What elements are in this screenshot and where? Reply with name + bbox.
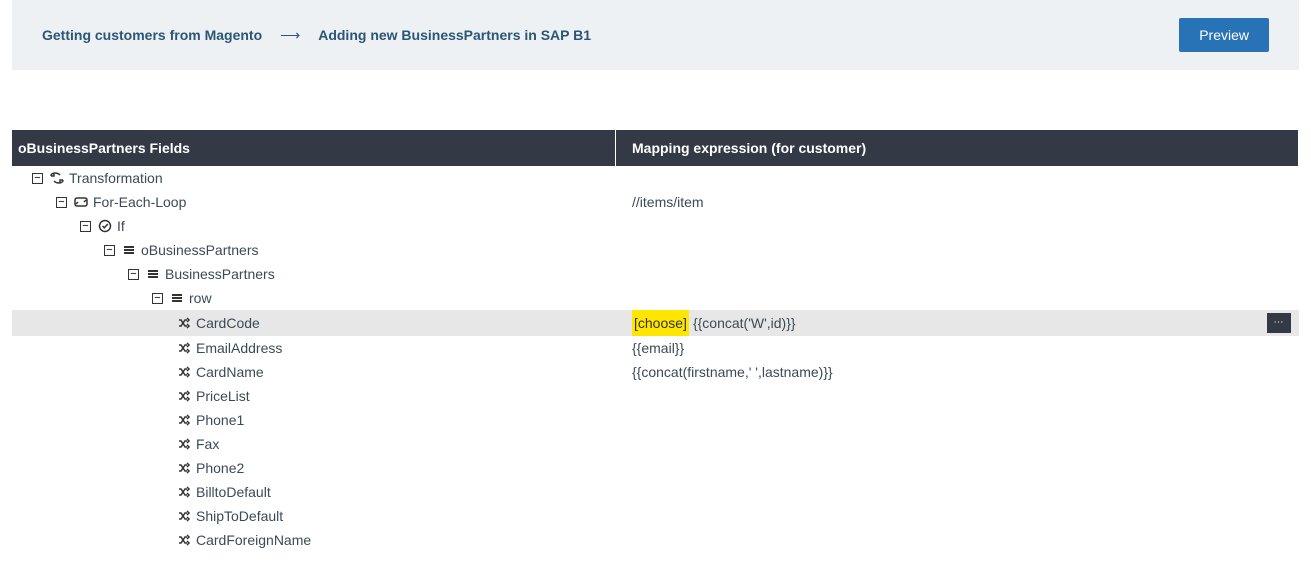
mapping-expression: {{concat(firstname,' ',lastname)}} bbox=[632, 360, 833, 384]
tree-row[interactable]: ShipToDefault⋯ bbox=[12, 504, 1299, 528]
tree-row[interactable]: CardName {{concat(firstname,' ',lastname)… bbox=[12, 360, 1299, 384]
tree-cell-left: CardName bbox=[12, 360, 616, 384]
choose-tag[interactable]: [choose] bbox=[632, 310, 689, 336]
tree-node-label: Phone2 bbox=[196, 456, 244, 480]
tree-node-label: CardForeignName bbox=[196, 528, 311, 552]
tree-node-label: Phone1 bbox=[196, 408, 244, 432]
tree-row[interactable]: −oBusinessPartners⋯ bbox=[12, 238, 1299, 262]
tree-row[interactable]: PriceList⋯ bbox=[12, 384, 1299, 408]
tree-node-label: ShipToDefault bbox=[196, 504, 283, 528]
collapse-toggle-icon[interactable]: − bbox=[104, 245, 115, 256]
tree-row[interactable]: Phone2⋯ bbox=[12, 456, 1299, 480]
tree-node-label: BusinessPartners bbox=[165, 262, 275, 286]
mapping-expression[interactable]: {{concat('W',id)}} bbox=[693, 311, 796, 335]
tree-row[interactable]: −Transformation⋯ bbox=[12, 166, 1299, 190]
tree-cell-left: − If bbox=[12, 214, 616, 238]
bars-icon bbox=[169, 291, 185, 305]
tree-node-label: If bbox=[117, 214, 125, 238]
tree-node-label: CardName bbox=[196, 360, 264, 384]
collapse-toggle-icon[interactable]: − bbox=[152, 293, 163, 304]
tree-node-label: PriceList bbox=[196, 384, 250, 408]
bars-icon bbox=[145, 267, 161, 281]
tree-row[interactable]: Phone1⋯ bbox=[12, 408, 1299, 432]
collapse-toggle-icon[interactable]: − bbox=[80, 221, 91, 232]
tree-cell-left: − oBusinessPartners bbox=[12, 238, 616, 262]
tree-cell-left: Phone2 bbox=[12, 456, 616, 480]
collapse-toggle-icon[interactable]: − bbox=[32, 173, 43, 184]
column-header-mapping: Mapping expression (for customer) bbox=[616, 130, 1299, 166]
transform-icon bbox=[49, 171, 65, 185]
shuffle-icon bbox=[176, 389, 192, 403]
tree-row[interactable]: −row⋯ bbox=[12, 286, 1299, 310]
tree-cell-left: Phone1 bbox=[12, 408, 616, 432]
tree-cell-left: EmailAddress bbox=[12, 336, 616, 360]
check-icon bbox=[97, 219, 113, 233]
tree-cell-left: BilltoDefault bbox=[12, 480, 616, 504]
preview-button[interactable]: Preview bbox=[1179, 18, 1269, 52]
shuffle-icon bbox=[176, 365, 192, 379]
tree-cell-left: CardCode bbox=[12, 311, 616, 335]
tree-cell-left: − Transformation bbox=[12, 166, 616, 190]
tree-cell-left: ShipToDefault bbox=[12, 504, 616, 528]
tree-cell-left: CardForeignName bbox=[12, 528, 616, 552]
loop-icon bbox=[73, 195, 89, 209]
tree-node-label: CardCode bbox=[196, 311, 260, 335]
tree-node-label: Transformation bbox=[69, 166, 163, 190]
tree-row[interactable]: −BusinessPartners⋯ bbox=[12, 262, 1299, 286]
shuffle-icon bbox=[176, 316, 192, 330]
shuffle-icon bbox=[176, 461, 192, 475]
tree-row[interactable]: CardForeignName⋯ bbox=[12, 528, 1299, 552]
mapping-expression: {{email}} bbox=[632, 336, 684, 360]
collapse-toggle-icon[interactable]: − bbox=[128, 269, 139, 280]
tree-node-label: EmailAddress bbox=[196, 336, 282, 360]
row-more-button[interactable]: ⋯ bbox=[1267, 313, 1291, 333]
tree-cell-left: − BusinessPartners bbox=[12, 262, 616, 286]
shuffle-icon bbox=[176, 485, 192, 499]
column-header-fields: oBusinessPartners Fields bbox=[12, 130, 616, 166]
breadcrumb-source[interactable]: Getting customers from Magento bbox=[42, 27, 262, 43]
tree-node-label: BilltoDefault bbox=[196, 480, 271, 504]
tree-cell-right: [choose]{{concat('W',id)}} ⋯ bbox=[616, 310, 1299, 336]
tree-node-label: oBusinessPartners bbox=[141, 238, 259, 262]
tree-cell-left: − For-Each-Loop bbox=[12, 190, 616, 214]
tree-row[interactable]: −If⋯ bbox=[12, 214, 1299, 238]
tree-node-label: For-Each-Loop bbox=[93, 190, 186, 214]
tree-cell-right: {{concat(firstname,' ',lastname)}}⋯ bbox=[616, 360, 1299, 384]
tree-body: −Transformation⋯−For-Each-Loop//items/it… bbox=[12, 166, 1299, 552]
tree-node-label: row bbox=[189, 286, 212, 310]
mapping-table: oBusinessPartners Fields Mapping express… bbox=[12, 130, 1299, 552]
collapse-toggle-icon[interactable]: − bbox=[56, 197, 67, 208]
breadcrumb-bar: Getting customers from Magento ⟶ Adding … bbox=[12, 0, 1299, 70]
tree-row[interactable]: EmailAddress {{email}}⋯ bbox=[12, 336, 1299, 360]
tree-cell-left: PriceList bbox=[12, 384, 616, 408]
shuffle-icon bbox=[176, 509, 192, 523]
tree-row[interactable]: − For-Each-Loop //items/item⋯ bbox=[12, 190, 1299, 214]
tree-cell-right: //items/item⋯ bbox=[616, 190, 1299, 214]
tree-cell-left: − row bbox=[12, 286, 616, 310]
shuffle-icon bbox=[176, 437, 192, 451]
breadcrumb: Getting customers from Magento ⟶ Adding … bbox=[42, 27, 591, 44]
shuffle-icon bbox=[176, 341, 192, 355]
breadcrumb-target[interactable]: Adding new BusinessPartners in SAP B1 bbox=[318, 27, 591, 43]
bars-icon bbox=[121, 243, 137, 257]
tree-row[interactable]: CardCode [choose]{{concat('W',id)}} ⋯ bbox=[12, 310, 1299, 336]
arrow-right-icon: ⟶ bbox=[280, 27, 300, 44]
tree-node-label: Fax bbox=[196, 432, 219, 456]
mapping-expression: //items/item bbox=[632, 190, 704, 214]
tree-row[interactable]: Fax⋯ bbox=[12, 432, 1299, 456]
tree-cell-left: Fax bbox=[12, 432, 616, 456]
tree-row[interactable]: BilltoDefault⋯ bbox=[12, 480, 1299, 504]
shuffle-icon bbox=[176, 413, 192, 427]
tree-cell-right: {{email}}⋯ bbox=[616, 336, 1299, 360]
shuffle-icon bbox=[176, 533, 192, 547]
table-header: oBusinessPartners Fields Mapping express… bbox=[12, 130, 1299, 166]
